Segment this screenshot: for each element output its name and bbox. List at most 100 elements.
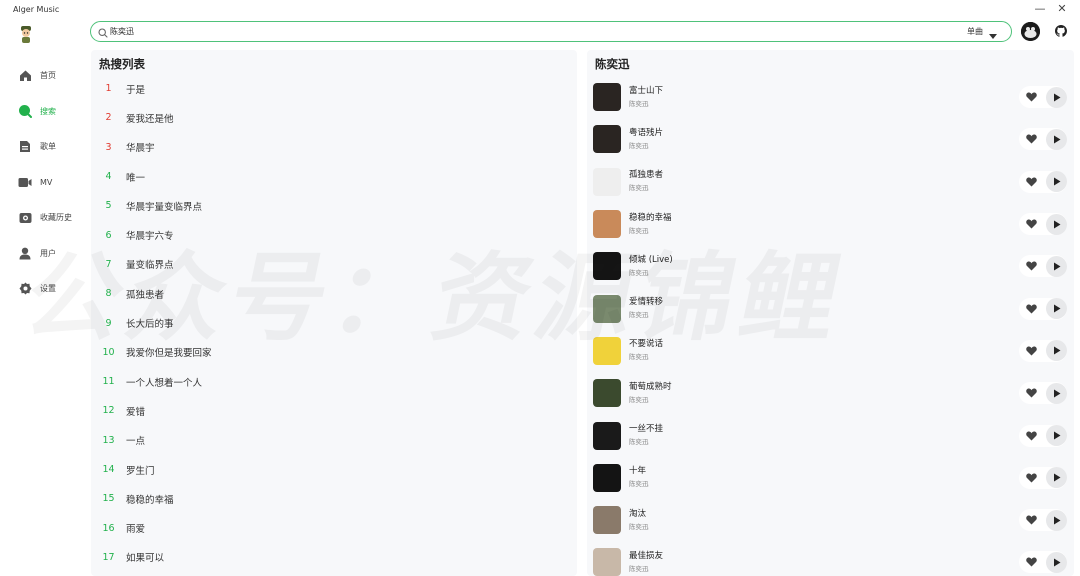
hot-search-item[interactable]: 1 于是: [91, 74, 577, 103]
hot-search-rank: 6: [105, 229, 112, 241]
hot-search-item[interactable]: 3 华晨宇: [91, 133, 577, 162]
song-row[interactable]: 十年 陈奕迅: [587, 457, 1074, 499]
song-row[interactable]: 不要说话 陈奕迅: [587, 330, 1074, 372]
search-type-select[interactable]: 单曲: [967, 26, 983, 37]
hot-search-text: 爱错: [126, 406, 146, 418]
play-icon[interactable]: [1046, 298, 1067, 320]
song-row[interactable]: 粤语残片 陈奕迅: [587, 118, 1074, 160]
hot-search-item[interactable]: 4 唯一: [91, 162, 577, 191]
hot-search-panel: 热搜列表 1 于是 2 爱我还是他 3 华晨宇 4 唯一 5 华晨宇量变临界点 6 华晨宇六专 7 量变临…: [91, 50, 577, 576]
album-cover: [593, 167, 621, 196]
heart-icon[interactable]: [1023, 131, 1039, 147]
sidebar-item-home[interactable]: 首页: [0, 58, 88, 94]
hot-search-rank: 1: [105, 83, 112, 95]
hot-search-item[interactable]: 14 罗生门: [91, 455, 577, 484]
hot-search-text: 稳稳的幸福: [126, 494, 174, 506]
play-icon[interactable]: [1046, 86, 1067, 108]
sidebar-item-history[interactable]: 收藏历史: [0, 200, 88, 236]
heart-icon[interactable]: [1023, 89, 1039, 105]
song-artist: 陈奕迅: [629, 395, 649, 404]
song-row[interactable]: 葡萄成熟时 陈奕迅: [587, 372, 1074, 414]
play-icon[interactable]: [1046, 128, 1067, 150]
song-row[interactable]: 最佳损友 陈奕迅: [587, 541, 1074, 576]
heart-icon[interactable]: [1023, 174, 1039, 190]
play-icon[interactable]: [1046, 255, 1067, 277]
play-icon[interactable]: [1046, 551, 1067, 573]
sidebar-item-label: 歌单: [40, 142, 56, 152]
playlist-icon: [18, 140, 32, 154]
play-icon[interactable]: [1046, 340, 1067, 362]
song-row[interactable]: 富士山下 陈奕迅: [587, 76, 1074, 118]
song-row[interactable]: 倾城 (Live) 陈奕迅: [587, 245, 1074, 287]
song-row[interactable]: 稳稳的幸福 陈奕迅: [587, 203, 1074, 245]
sidebar-item-user[interactable]: 用户: [0, 236, 88, 272]
minimize-button[interactable]: —: [1034, 3, 1046, 15]
hot-search-item[interactable]: 11 一个人想着一个人: [91, 367, 577, 396]
hot-search-item[interactable]: 16 雨爱: [91, 513, 577, 542]
play-icon[interactable]: [1046, 171, 1067, 193]
sidebar-item-search[interactable]: 搜索: [0, 94, 88, 130]
hot-search-item[interactable]: 7 量变临界点: [91, 250, 577, 279]
heart-icon[interactable]: [1023, 470, 1039, 486]
song-info: 不要说话 陈奕迅: [629, 339, 663, 362]
song-actions: [1019, 339, 1067, 362]
song-actions: [1019, 255, 1067, 278]
hot-search-rank: 13: [102, 434, 115, 446]
sidebar-item-playlist[interactable]: 歌单: [0, 129, 88, 165]
close-button[interactable]: ✕: [1056, 3, 1068, 15]
hot-search-item[interactable]: 2 爱我还是他: [91, 103, 577, 132]
hot-search-item[interactable]: 13 一点: [91, 426, 577, 455]
album-cover: [593, 421, 621, 450]
hot-search-item[interactable]: 15 稳稳的幸福: [91, 484, 577, 513]
heart-icon[interactable]: [1023, 428, 1039, 444]
album-cover: [593, 125, 621, 154]
heart-icon[interactable]: [1023, 385, 1039, 401]
song-row[interactable]: 孤独患者 陈奕迅: [587, 161, 1074, 203]
heart-icon[interactable]: [1023, 301, 1039, 317]
song-artist: 陈奕迅: [629, 438, 649, 447]
song-artist: 陈奕迅: [629, 226, 649, 235]
hot-search-item[interactable]: 6 华晨宇六专: [91, 220, 577, 249]
user-icon: [18, 246, 32, 260]
search-icon: [98, 27, 108, 38]
song-actions: [1019, 551, 1067, 574]
song-actions: [1019, 128, 1067, 151]
heart-icon[interactable]: [1023, 258, 1039, 274]
heart-icon[interactable]: [1023, 554, 1039, 570]
hot-search-item[interactable]: 5 华晨宇量变临界点: [91, 191, 577, 220]
hot-search-item[interactable]: 8 孤独患者: [91, 279, 577, 308]
play-icon[interactable]: [1046, 213, 1067, 235]
sidebar-item-settings[interactable]: 设置: [0, 271, 88, 307]
play-icon[interactable]: [1046, 467, 1067, 489]
play-icon[interactable]: [1046, 382, 1067, 404]
song-row[interactable]: 一丝不挂 陈奕迅: [587, 414, 1074, 456]
song-title: 不要说话: [629, 339, 664, 350]
chevron-down-icon[interactable]: [989, 29, 997, 39]
song-info: 倾城 (Live) 陈奕迅: [629, 255, 673, 278]
song-row[interactable]: 淘汰 陈奕迅: [587, 499, 1074, 541]
hot-search-item[interactable]: 17 如果可以: [91, 543, 577, 572]
song-actions: [1019, 509, 1067, 532]
heart-icon[interactable]: [1023, 512, 1039, 528]
hot-search-item[interactable]: 9 长大后的事: [91, 308, 577, 337]
hot-search-text: 于是: [126, 84, 146, 96]
song-info: 一丝不挂 陈奕迅: [629, 424, 663, 447]
play-icon[interactable]: [1046, 509, 1067, 531]
search-input[interactable]: [110, 27, 967, 36]
github-icon[interactable]: [1055, 25, 1067, 37]
play-icon[interactable]: [1046, 425, 1067, 447]
heart-icon[interactable]: [1023, 216, 1039, 232]
song-row[interactable]: 爱情转移 陈奕迅: [587, 287, 1074, 329]
hot-search-item[interactable]: 12 爱错: [91, 396, 577, 425]
hot-search-rank: 4: [105, 171, 112, 183]
search-bar[interactable]: 单曲: [90, 21, 1012, 42]
hot-search-text: 量变临界点: [126, 260, 174, 272]
hot-search-text: 一点: [126, 436, 146, 448]
app-logo-avatar[interactable]: [16, 24, 36, 44]
song-title: 最佳损友: [629, 550, 664, 561]
song-artist: 陈奕迅: [629, 311, 649, 320]
sidebar-item-mv[interactable]: MV: [0, 165, 88, 201]
hot-search-item[interactable]: 10 我爱你但是我要回家: [91, 338, 577, 367]
heart-icon[interactable]: [1023, 343, 1039, 359]
user-avatar[interactable]: [1021, 22, 1040, 41]
